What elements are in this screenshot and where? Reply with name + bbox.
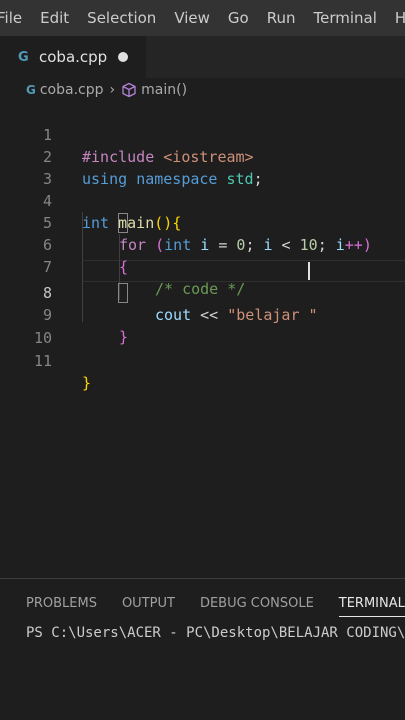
- code-line: 11 }: [0, 328, 405, 392]
- bracket-match-box: [118, 213, 128, 233]
- code-line: 1 #include <iostream>: [0, 102, 405, 166]
- breadcrumb-file[interactable]: coba.cpp: [40, 82, 104, 98]
- tab-label: coba.cpp: [39, 48, 108, 66]
- panel-tabs: PROBLEMS OUTPUT DEBUG CONSOLE TERMINAL: [0, 593, 405, 617]
- code-line: 2 using namespace std;: [0, 124, 405, 188]
- code-line: 5 for (int i = 0; i < 10; i++): [0, 190, 405, 254]
- cpp-file-icon: G: [26, 83, 36, 97]
- cpp-file-icon: G: [18, 49, 29, 65]
- breadcrumb: G coba.cpp › main(): [0, 78, 405, 102]
- code-line-active: 8 cout << "belajar ": [0, 260, 405, 324]
- brace-token: }: [82, 374, 92, 392]
- tab-output[interactable]: OUTPUT: [122, 593, 175, 617]
- menu-run[interactable]: Run: [258, 0, 305, 36]
- menu-edit[interactable]: Edit: [31, 0, 78, 36]
- menu-go[interactable]: Go: [219, 0, 258, 36]
- editor-tab-bar: G coba.cpp: [0, 36, 405, 78]
- menu-help[interactable]: Help: [386, 0, 405, 36]
- method-cube-icon: [122, 82, 136, 98]
- terminal-prompt[interactable]: PS C:\Users\ACER - PC\Desktop\BELAJAR CO…: [26, 625, 405, 641]
- breadcrumb-symbol[interactable]: main(): [141, 82, 187, 98]
- text-cursor: [308, 262, 310, 280]
- code-line: 6 {: [0, 212, 405, 276]
- menu-view[interactable]: View: [165, 0, 219, 36]
- tab-coba-cpp[interactable]: G coba.cpp: [0, 36, 146, 78]
- code-line: 3: [0, 146, 405, 188]
- tab-problems[interactable]: PROBLEMS: [26, 593, 97, 617]
- code-text: }: [82, 372, 91, 394]
- bottom-panel: PROBLEMS OUTPUT DEBUG CONSOLE TERMINAL P…: [0, 578, 405, 720]
- code-editor[interactable]: 1 #include <iostream> 2 using namespace …: [0, 102, 405, 578]
- menu-file[interactable]: File: [0, 0, 31, 36]
- code-line: 7 /* code */: [0, 234, 405, 298]
- unsaved-dot-icon[interactable]: [118, 52, 128, 62]
- line-number: 11: [33, 352, 52, 370]
- menu-selection[interactable]: Selection: [78, 0, 165, 36]
- tab-debug-console[interactable]: DEBUG CONSOLE: [200, 593, 314, 617]
- bracket-match-box: [118, 283, 128, 303]
- chevron-right-icon: ›: [109, 82, 116, 98]
- code-line: 10: [0, 305, 405, 347]
- menu-terminal[interactable]: Terminal: [305, 0, 386, 36]
- code-line: 4 int main(){: [0, 168, 405, 232]
- menu-bar: File Edit Selection View Go Run Terminal…: [0, 0, 405, 36]
- code-line: 9 }: [0, 282, 405, 346]
- tab-terminal[interactable]: TERMINAL: [338, 593, 405, 617]
